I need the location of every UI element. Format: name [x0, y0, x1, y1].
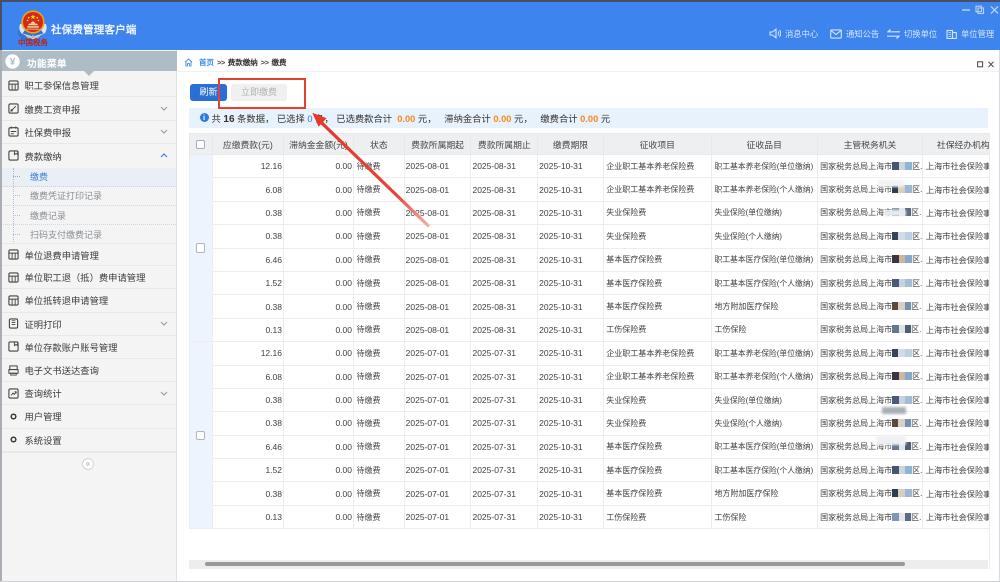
svg-text:中国税务: 中国税务 — [18, 37, 48, 46]
svg-text:¥: ¥ — [10, 57, 16, 68]
